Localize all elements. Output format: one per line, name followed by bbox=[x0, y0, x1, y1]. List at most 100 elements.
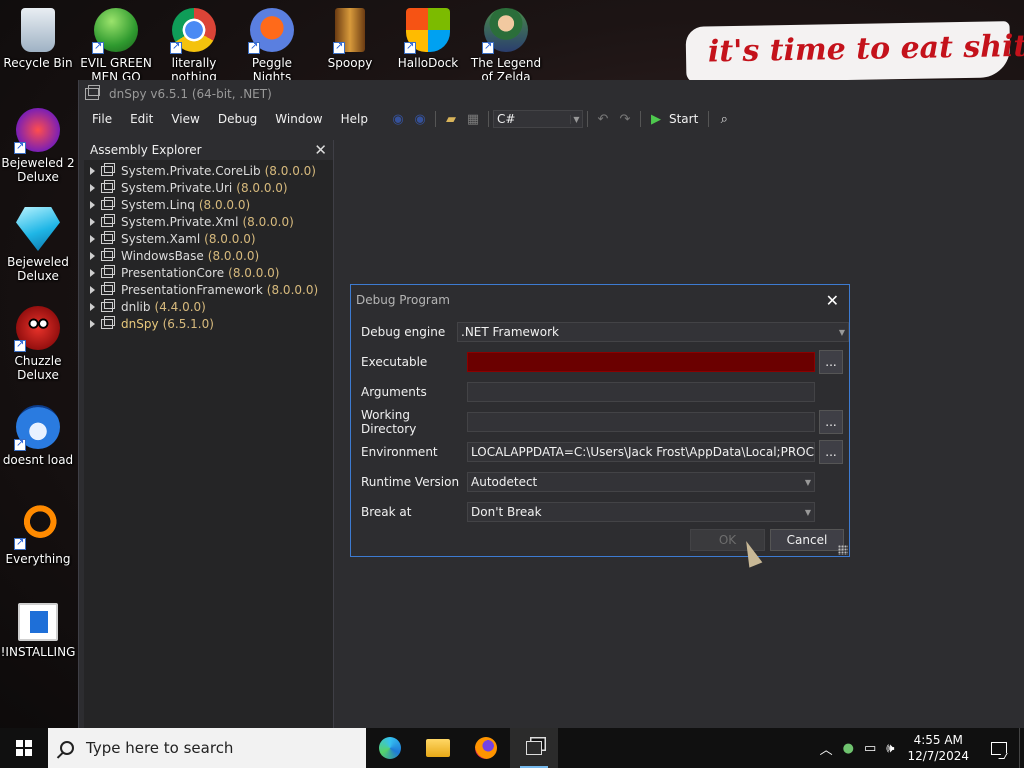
menu-view[interactable]: View bbox=[162, 108, 208, 130]
language-select[interactable]: C# ▼ bbox=[492, 110, 583, 128]
chrome-icon bbox=[170, 8, 216, 54]
desktop-icon-zelda[interactable]: The Legend of Zelda bbox=[468, 8, 544, 84]
action-center-button[interactable] bbox=[979, 741, 1019, 755]
debug-program-dialog[interactable]: Debug Program ✕ Debug engine .NET Framew… bbox=[350, 284, 850, 557]
assembly-version: (8.0.0.0) bbox=[264, 163, 316, 178]
tree-item[interactable]: System.Private.Xml (8.0.0.0) bbox=[84, 213, 333, 230]
executable-browse-button[interactable]: ... bbox=[819, 350, 843, 374]
desktop-icon-evil-green-men[interactable]: EVIL GREEN MEN GO bbox=[78, 8, 154, 84]
debug-engine-select[interactable]: .NET Framework ▼ bbox=[457, 322, 849, 342]
toolbar-separator bbox=[639, 111, 641, 127]
clock[interactable]: 4:55 AM 12/7/2024 bbox=[907, 732, 969, 764]
chevron-down-icon: ▼ bbox=[804, 507, 812, 517]
expand-arrow-icon[interactable] bbox=[90, 268, 95, 277]
working-directory-browse-button[interactable]: ... bbox=[819, 410, 843, 434]
green-men-icon bbox=[92, 8, 138, 54]
menu-file[interactable]: File bbox=[83, 108, 121, 130]
menu-window[interactable]: Window bbox=[266, 108, 331, 130]
tree-item[interactable]: System.Private.Uri (8.0.0.0) bbox=[84, 179, 333, 196]
close-icon[interactable]: ✕ bbox=[826, 291, 839, 310]
assembly-version: (8.0.0.0) bbox=[242, 214, 294, 229]
desktop-icon-chuzzle[interactable]: Chuzzle Deluxe bbox=[0, 306, 76, 382]
expand-arrow-icon[interactable] bbox=[90, 302, 95, 311]
system-tray: ︿ ● ▭ 🕪 4:55 AM 12/7/2024 bbox=[815, 728, 1024, 768]
tree-item[interactable]: System.Linq (8.0.0.0) bbox=[84, 196, 333, 213]
desktop-icon-peggle-nights[interactable]: Peggle Nights Deluxe bbox=[234, 8, 310, 84]
close-icon[interactable]: ✕ bbox=[314, 141, 327, 159]
toolbar-separator bbox=[586, 111, 588, 127]
desktop-icon-bejeweled-2[interactable]: Bejeweled 2 Deluxe bbox=[0, 108, 76, 184]
chevron-up-icon[interactable]: ︿ bbox=[820, 739, 833, 758]
menu-debug[interactable]: Debug bbox=[209, 108, 266, 130]
expand-arrow-icon[interactable] bbox=[90, 200, 95, 209]
network-icon[interactable]: ▭ bbox=[864, 741, 876, 756]
tree-item[interactable]: dnlib (4.4.0.0) bbox=[84, 298, 333, 315]
debug-engine-label: Debug engine bbox=[361, 325, 446, 339]
chevron-down-icon: ▼ bbox=[804, 477, 812, 487]
expand-arrow-icon[interactable] bbox=[90, 234, 95, 243]
expand-arrow-icon[interactable] bbox=[90, 217, 95, 226]
desktop-icon-spoopy[interactable]: Spoopy bbox=[312, 8, 388, 70]
show-desktop-button[interactable] bbox=[1019, 728, 1024, 768]
redo-icon[interactable]: ↷ bbox=[616, 110, 634, 128]
desktop-icon-recycle-bin[interactable]: Recycle Bin bbox=[0, 8, 76, 70]
desktop-icon-bejeweled[interactable]: Bejeweled Deluxe bbox=[0, 207, 76, 283]
expand-arrow-icon[interactable] bbox=[90, 285, 95, 294]
undo-icon[interactable]: ↶ bbox=[594, 110, 612, 128]
menu-help[interactable]: Help bbox=[332, 108, 377, 130]
navigate-back-icon[interactable]: ◉ bbox=[389, 110, 407, 128]
navigate-forward-icon[interactable]: ◉ bbox=[411, 110, 429, 128]
expand-arrow-icon[interactable] bbox=[90, 166, 95, 175]
expand-arrow-icon[interactable] bbox=[90, 251, 95, 260]
assembly-name: System.Private.CoreLib bbox=[121, 163, 261, 178]
taskbar-file-explorer[interactable] bbox=[414, 728, 462, 768]
working-directory-input[interactable] bbox=[467, 412, 815, 432]
tree-item[interactable]: System.Xaml (8.0.0.0) bbox=[84, 230, 333, 247]
taskbar-search[interactable]: Type here to search bbox=[48, 728, 366, 768]
assembly-icon bbox=[101, 247, 115, 261]
people-icon[interactable]: ● bbox=[843, 741, 854, 756]
arguments-row: Arguments bbox=[361, 381, 815, 403]
window-titlebar[interactable]: dnSpy v6.5.1 (64-bit, .NET) bbox=[79, 80, 1024, 108]
expand-arrow-icon[interactable] bbox=[90, 319, 95, 328]
desktop-icon-label: Spoopy bbox=[327, 56, 373, 70]
desktop-icon-installing[interactable]: !INSTALLING bbox=[0, 603, 76, 659]
arguments-input[interactable] bbox=[467, 382, 815, 402]
open-folder-icon[interactable]: ▰ bbox=[442, 110, 460, 128]
tree-item[interactable]: dnSpy (6.5.1.0) bbox=[84, 315, 333, 332]
executable-input[interactable] bbox=[467, 352, 815, 372]
chevron-down-icon: ▼ bbox=[569, 114, 582, 124]
search-icon[interactable]: ⌕ bbox=[715, 110, 733, 128]
start-debug-button[interactable]: ▶ Start bbox=[651, 112, 698, 127]
desktop-icon-doesnt-load[interactable]: doesnt load bbox=[0, 405, 76, 467]
assembly-icon bbox=[101, 179, 115, 193]
play-icon: ▶ bbox=[650, 111, 661, 127]
environment-edit-button[interactable]: ... bbox=[819, 440, 843, 464]
start-button[interactable] bbox=[0, 728, 48, 768]
runtime-version-select[interactable]: Autodetect ▼ bbox=[467, 472, 815, 492]
environment-input[interactable]: LOCALAPPDATA=C:\Users\Jack Frost\AppData… bbox=[467, 442, 815, 462]
resize-grip-icon[interactable] bbox=[838, 545, 848, 555]
taskbar-firefox[interactable] bbox=[462, 728, 510, 768]
tree-item[interactable]: PresentationFramework (8.0.0.0) bbox=[84, 281, 333, 298]
tree-item[interactable]: PresentationCore (8.0.0.0) bbox=[84, 264, 333, 281]
assembly-version: (6.5.1.0) bbox=[162, 316, 214, 331]
desktop-icon-everything[interactable]: Everything bbox=[0, 504, 76, 566]
assembly-version: (8.0.0.0) bbox=[236, 180, 288, 195]
taskbar-edge[interactable] bbox=[366, 728, 414, 768]
cancel-button[interactable]: Cancel bbox=[770, 529, 844, 551]
desktop-icon-chrome[interactable]: literally nothing bbox=[156, 8, 232, 84]
menu-edit[interactable]: Edit bbox=[121, 108, 162, 130]
tree-item[interactable]: System.Private.CoreLib (8.0.0.0) bbox=[84, 162, 333, 179]
open-list-icon[interactable]: ▦ bbox=[464, 110, 482, 128]
volume-icon[interactable]: 🕪 bbox=[886, 741, 894, 756]
dialog-titlebar[interactable]: Debug Program ✕ bbox=[351, 285, 849, 315]
assembly-icon bbox=[101, 230, 115, 244]
assembly-icon bbox=[101, 315, 115, 329]
expand-arrow-icon[interactable] bbox=[90, 183, 95, 192]
tree-item[interactable]: WindowsBase (8.0.0.0) bbox=[84, 247, 333, 264]
assembly-name: System.Xaml bbox=[121, 231, 201, 246]
break-at-select[interactable]: Don't Break ▼ bbox=[467, 502, 815, 522]
taskbar-dnspy[interactable] bbox=[510, 728, 558, 768]
desktop-icon-hallodock[interactable]: HalloDock bbox=[390, 8, 466, 70]
